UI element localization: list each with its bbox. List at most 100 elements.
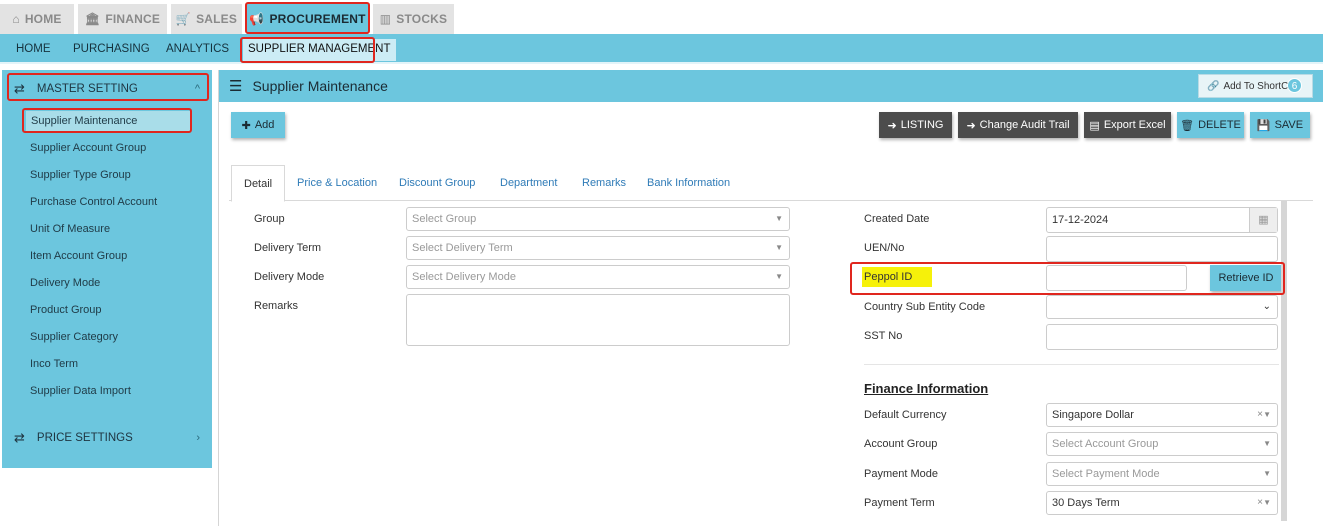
country-sub-entity-label: Country Sub Entity Code: [864, 301, 986, 313]
tab-department[interactable]: Department: [500, 165, 557, 201]
calendar-icon[interactable]: ▦: [1249, 208, 1277, 232]
default-currency-label: Default Currency: [864, 409, 947, 421]
add-to-shortcut-button[interactable]: 🔗 Add To ShortCut 6: [1198, 74, 1313, 98]
submenu-bar: HOME PURCHASING ANALYTICS SUPPLIER MANAG…: [0, 34, 1323, 64]
tab-bank-information[interactable]: Bank Information: [647, 165, 730, 201]
file-excel-icon: ▤: [1089, 119, 1100, 132]
default-currency-value: Singapore Dollar: [1052, 409, 1134, 421]
submenu-supplier-management[interactable]: SUPPLIER MANAGEMENT: [243, 39, 396, 61]
sidebar-item-product-group[interactable]: Product Group: [30, 300, 102, 320]
tab-home[interactable]: ⌂ HOME: [0, 4, 74, 34]
sign-out-icon: ➜: [887, 119, 897, 132]
plus-icon: ✚: [241, 119, 251, 132]
tab-stocks[interactable]: ▥ STOCKS: [373, 4, 454, 34]
account-group-placeholder: Select Account Group: [1052, 438, 1159, 450]
save-button[interactable]: 💾 SAVE: [1250, 112, 1310, 138]
link-icon: 🔗: [1207, 80, 1220, 92]
peppol-id-label: Peppol ID: [862, 267, 933, 287]
detail-form: Group Select Group ▼ Delivery Term Selec…: [219, 201, 1299, 521]
home-icon: ⌂: [12, 12, 20, 26]
sidebar-item-supplier-maintenance[interactable]: Supplier Maintenance: [26, 111, 192, 131]
group-select[interactable]: Select Group ▼: [406, 207, 790, 231]
sst-input[interactable]: [1046, 324, 1278, 350]
caret-down-icon: ▼: [1263, 410, 1271, 419]
sidebar-item-inco-term[interactable]: Inco Term: [30, 354, 78, 374]
created-date-value: 17-12-2024: [1052, 214, 1109, 226]
peppol-id-input[interactable]: [1046, 265, 1187, 291]
megaphone-icon: 📢: [249, 12, 265, 26]
bank-icon: 🏛: [84, 12, 101, 26]
sidebar-item-delivery-mode[interactable]: Delivery Mode: [30, 273, 100, 293]
sidebar-price-settings[interactable]: ⇄ PRICE SETTINGS ›: [2, 421, 212, 455]
sidebar-item-item-account-group[interactable]: Item Account Group: [30, 246, 127, 266]
delivery-term-select[interactable]: Select Delivery Term ▼: [406, 236, 790, 260]
cart-icon: 🛒: [175, 12, 192, 26]
tab-procurement-label: PROCUREMENT: [269, 12, 366, 26]
caret-down-icon: ▼: [1263, 469, 1271, 478]
chevron-up-icon: ^: [194, 83, 200, 95]
remarks-textarea[interactable]: [406, 294, 790, 346]
caret-down-icon: ▼: [775, 214, 783, 223]
created-date-label: Created Date: [864, 213, 930, 225]
delivery-mode-select[interactable]: Select Delivery Mode ▼: [406, 265, 790, 289]
sidebar-item-unit-of-measure[interactable]: Unit Of Measure: [30, 219, 110, 239]
payment-term-value: 30 Days Term: [1052, 497, 1120, 509]
payment-term-label: Payment Term: [864, 497, 935, 509]
detail-tabs: Detail Price & Location Discount Group D…: [229, 165, 1313, 202]
tab-discount-group[interactable]: Discount Group: [399, 165, 475, 201]
tab-sales[interactable]: 🛒 SALES: [171, 4, 242, 34]
delivery-term-placeholder: Select Delivery Term: [412, 242, 513, 254]
export-label: Export Excel: [1103, 119, 1166, 131]
chevron-right-icon: ›: [196, 432, 200, 444]
sidebar-master-setting[interactable]: ⇄ MASTER SETTING ^: [2, 72, 212, 106]
finance-section-title: Finance Information: [864, 381, 989, 396]
created-date-input[interactable]: 17-12-2024 ▦: [1046, 207, 1278, 233]
submenu-home[interactable]: HOME: [16, 34, 51, 64]
form-scrollbar[interactable]: [1281, 201, 1287, 521]
submenu-purchasing[interactable]: PURCHASING: [73, 34, 150, 64]
sidebar-item-supplier-type-group[interactable]: Supplier Type Group: [30, 165, 131, 185]
tab-finance-label: FINANCE: [105, 12, 161, 26]
delivery-mode-placeholder: Select Delivery Mode: [412, 271, 516, 283]
tab-procurement[interactable]: 📢 PROCUREMENT: [247, 4, 368, 34]
payment-mode-select[interactable]: Select Payment Mode ▼: [1046, 462, 1278, 486]
panel-header: ☰ Supplier Maintenance 🔗 Add To ShortCut…: [219, 70, 1323, 102]
delete-button[interactable]: 🗑 DELETE: [1177, 112, 1244, 138]
audit-label: Change Audit Trail: [979, 119, 1070, 131]
export-excel-button[interactable]: ▤ Export Excel: [1084, 112, 1171, 138]
floppy-icon: 💾: [1256, 119, 1271, 132]
change-audit-trail-button[interactable]: ➜ Change Audit Trail: [958, 112, 1078, 138]
page-title: Supplier Maintenance: [252, 78, 388, 94]
default-currency-select[interactable]: Singapore Dollar × ▼: [1046, 403, 1278, 427]
group-placeholder: Select Group: [412, 213, 477, 225]
bar-chart-icon: ▥: [379, 12, 392, 26]
tab-finance[interactable]: 🏛 FINANCE: [78, 4, 167, 34]
listing-button[interactable]: ➜ LISTING: [879, 112, 952, 138]
add-button[interactable]: ✚ Add: [231, 112, 285, 138]
price-settings-label: PRICE SETTINGS: [36, 432, 133, 444]
uen-label: UEN/No: [864, 242, 905, 254]
tab-detail[interactable]: Detail: [231, 165, 286, 202]
retrieve-id-button[interactable]: Retrieve ID: [1210, 265, 1282, 291]
swap-icon: ⇄: [14, 430, 25, 445]
payment-mode-label: Payment Mode: [864, 468, 938, 480]
shortcut-count-badge: 6: [1287, 78, 1302, 93]
chevron-down-icon: ⌄: [1262, 301, 1271, 312]
add-label: Add: [254, 119, 275, 131]
payment-term-select[interactable]: 30 Days Term × ▼: [1046, 491, 1278, 515]
sidebar-item-supplier-account-group[interactable]: Supplier Account Group: [30, 138, 146, 158]
tab-remarks[interactable]: Remarks: [582, 165, 626, 201]
account-group-select[interactable]: Select Account Group ▼: [1046, 432, 1278, 456]
sidebar-item-supplier-data-import[interactable]: Supplier Data Import: [30, 381, 131, 401]
hamburger-icon[interactable]: ☰: [229, 77, 242, 95]
sidebar-item-supplier-category[interactable]: Supplier Category: [30, 327, 118, 347]
swap-icon: ⇄: [14, 81, 25, 96]
submenu-analytics[interactable]: ANALYTICS: [166, 34, 229, 64]
sidebar-item-purchase-control-account[interactable]: Purchase Control Account: [30, 192, 157, 212]
caret-down-icon: ▼: [775, 243, 783, 252]
delivery-mode-label: Delivery Mode: [254, 271, 325, 283]
uen-input[interactable]: [1046, 236, 1278, 262]
country-sub-entity-select[interactable]: ⌄: [1046, 295, 1278, 319]
listing-label: LISTING: [900, 119, 944, 131]
tab-price-location[interactable]: Price & Location: [297, 165, 377, 201]
